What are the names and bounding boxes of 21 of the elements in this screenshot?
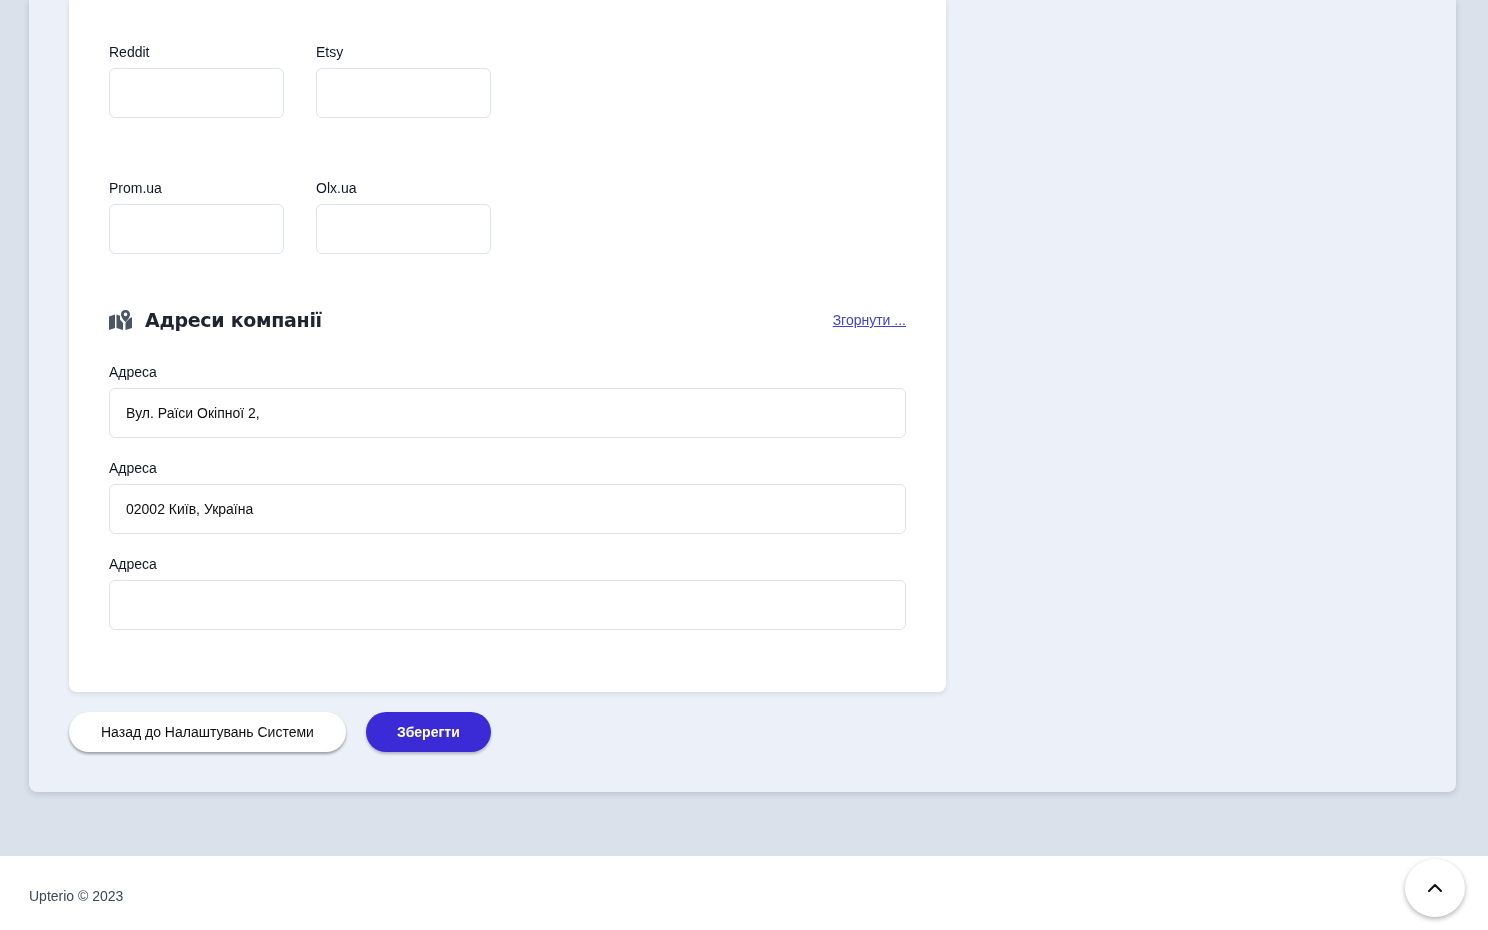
copyright-text: Upterio © 2023 bbox=[29, 888, 124, 904]
field-label: Etsy bbox=[316, 43, 344, 62]
field-label: Адреса bbox=[109, 555, 157, 574]
field-label: Olx.ua bbox=[316, 179, 357, 198]
input-field[interactable] bbox=[109, 580, 906, 630]
input-field[interactable] bbox=[316, 68, 491, 118]
collapse-link[interactable]: Згорнути ... bbox=[832, 312, 906, 328]
input-field[interactable]: 02002 Київ, Україна bbox=[109, 484, 906, 534]
input-field[interactable] bbox=[316, 204, 491, 254]
back-button[interactable]: Назад до Налаштувань Системи bbox=[69, 712, 346, 752]
field-label: Адреса bbox=[109, 363, 157, 382]
chevron-up-icon bbox=[1428, 884, 1442, 892]
field-label: Prom.ua bbox=[109, 179, 162, 198]
field-label: Reddit bbox=[109, 43, 150, 62]
input-field[interactable]: Вул. Раїси Окіпної 2, bbox=[109, 388, 906, 438]
input-field[interactable] bbox=[109, 68, 284, 118]
save-button[interactable]: Зберегти bbox=[365, 712, 491, 752]
section-title: Адреси компанії bbox=[145, 309, 322, 331]
field-label: Адреса bbox=[109, 459, 157, 478]
map-icon bbox=[109, 310, 132, 330]
input-field[interactable] bbox=[109, 204, 284, 254]
